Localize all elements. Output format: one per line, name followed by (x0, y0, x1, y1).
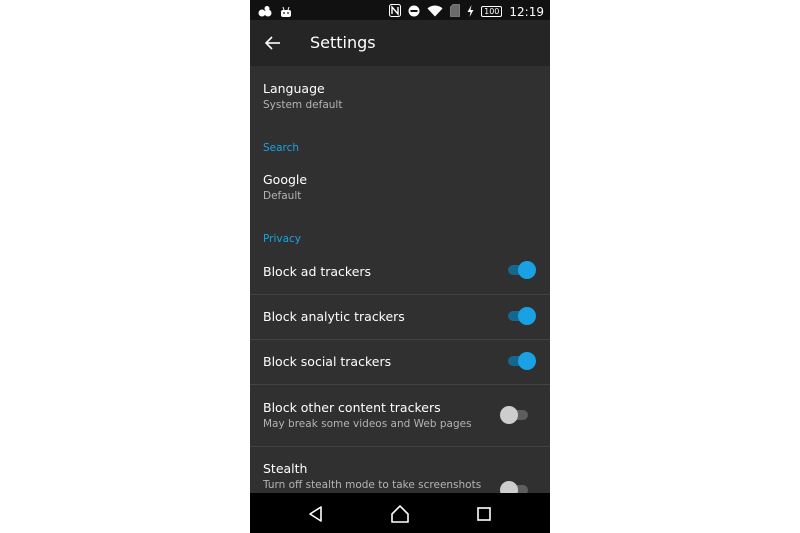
block-analytic-trackers-title: Block analytic trackers (263, 309, 405, 324)
block-social-trackers-setting[interactable]: Block social trackers (250, 340, 550, 384)
block-ad-trackers-setting[interactable]: Block ad trackers (250, 250, 550, 294)
language-setting[interactable]: Language System default (250, 66, 550, 126)
navigation-bar (250, 493, 550, 533)
block-analytic-trackers-setting[interactable]: Block analytic trackers (250, 295, 550, 339)
search-engine-subtitle: Default (263, 190, 302, 202)
privacy-section-header: Privacy (263, 233, 302, 245)
nav-recents-button[interactable] (473, 503, 495, 525)
do-not-disturb-icon (408, 2, 420, 21)
block-ad-trackers-toggle[interactable] (506, 261, 536, 279)
stealth-setting[interactable]: Stealth Turn off stealth mode to take sc… (250, 447, 550, 493)
page-title: Settings (310, 33, 376, 52)
home-icon (391, 505, 409, 523)
block-analytic-trackers-toggle[interactable] (506, 307, 536, 325)
battery-indicator: 100 (481, 6, 503, 17)
nav-back-icon (309, 506, 322, 522)
search-engine-title: Google (263, 172, 308, 187)
sim-card-icon (450, 2, 461, 21)
recents-icon (477, 507, 491, 521)
settings-list[interactable]: Language System default Search Google De… (250, 66, 550, 493)
language-title: Language (263, 81, 325, 96)
status-bar: 100 12:19 (250, 0, 550, 20)
block-other-trackers-toggle[interactable] (500, 406, 530, 424)
block-other-trackers-title: Block other content trackers (263, 400, 441, 415)
status-time: 12:19 (509, 4, 544, 19)
stealth-title: Stealth (263, 461, 308, 476)
stealth-toggle[interactable] (500, 481, 530, 493)
back-button[interactable] (262, 32, 284, 54)
language-subtitle: System default (263, 99, 343, 111)
nav-back-button[interactable] (305, 503, 327, 525)
phone-screen: 100 12:19 Settings Language System defau… (250, 0, 550, 533)
block-ad-trackers-title: Block ad trackers (263, 264, 372, 279)
block-other-trackers-subtitle: May break some videos and Web pages (263, 418, 472, 430)
search-section-header: Search (263, 142, 300, 154)
nav-home-button[interactable] (389, 503, 411, 525)
block-other-trackers-setting[interactable]: Block other content trackers May break s… (250, 385, 550, 445)
nfc-icon (389, 2, 402, 21)
back-arrow-icon (264, 36, 280, 50)
toolbar: Settings (250, 20, 550, 66)
block-social-trackers-toggle[interactable] (506, 352, 536, 370)
stealth-subtitle: Turn off stealth mode to take screenshot… (263, 479, 482, 491)
charging-bolt-icon (467, 2, 474, 21)
wifi-icon (427, 2, 443, 21)
search-engine-setting[interactable]: Google Default (250, 162, 550, 220)
block-social-trackers-title: Block social trackers (263, 354, 392, 369)
